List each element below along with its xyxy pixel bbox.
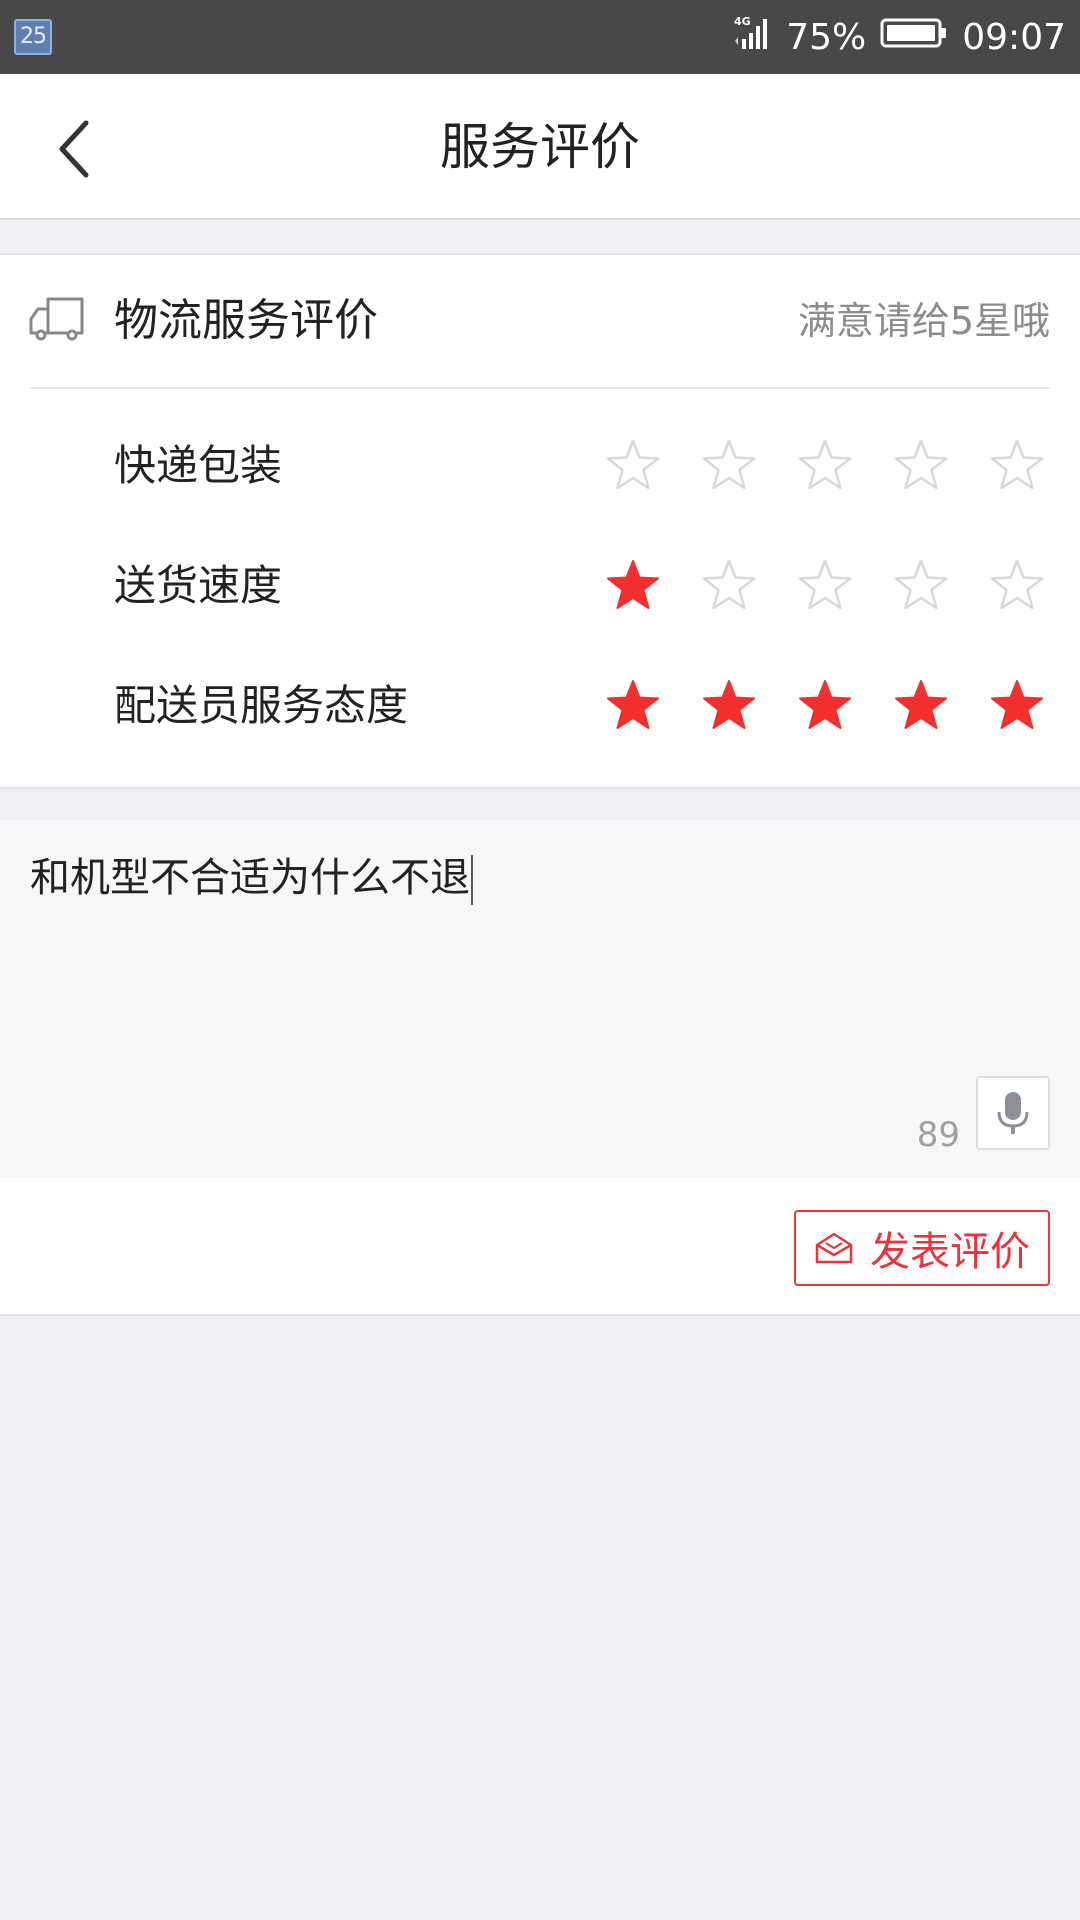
star-filled-icon[interactable] [892, 678, 950, 734]
star-filled-icon[interactable] [604, 558, 662, 614]
star-rating [604, 416, 1046, 516]
page-title: 服务评价 [440, 118, 640, 176]
text-caret [471, 855, 473, 905]
star-empty-icon[interactable] [604, 438, 662, 494]
status-right: 4G 75% 09:07 [732, 0, 1066, 74]
signal-icon: 4G [732, 13, 772, 62]
star-empty-icon[interactable] [892, 438, 950, 494]
star-empty-icon[interactable] [988, 558, 1046, 614]
star-empty-icon[interactable] [796, 558, 854, 614]
truck-icon [29, 297, 84, 341]
rating-label: 配送员服务态度 [114, 681, 409, 730]
section-title: 物流服务评价 [114, 295, 378, 346]
chevron-left-icon [59, 120, 89, 178]
comment-text-line[interactable]: 和机型不合适为什么不退 [30, 850, 473, 906]
star-rating [604, 536, 1046, 636]
star-filled-icon[interactable] [988, 678, 1046, 734]
logistics-rating-card: 物流服务评价 满意请给5星哦 快递包装 送货速度 配送员服务态度 [0, 253, 1080, 789]
remaining-char-count: 89 [916, 1115, 960, 1155]
rating-row-packaging: 快递包装 [0, 416, 1080, 516]
voice-input-button[interactable] [976, 1076, 1050, 1150]
submit-review-button[interactable]: 发表评价 [794, 1210, 1050, 1286]
rating-hint: 满意请给5星哦 [797, 299, 1050, 343]
battery-percent: 75% [786, 16, 867, 58]
back-button[interactable] [44, 114, 104, 184]
clock: 09:07 [962, 16, 1066, 58]
rating-label: 送货速度 [114, 561, 283, 610]
envelope-icon [815, 1232, 853, 1264]
star-filled-icon[interactable] [604, 678, 662, 734]
star-empty-icon[interactable] [988, 438, 1046, 494]
submit-bar: 发表评价 [0, 1178, 1080, 1316]
rating-label: 快递包装 [114, 441, 283, 490]
star-rating [604, 656, 1046, 756]
notification-badge: 25 [14, 19, 52, 55]
card-header: 物流服务评价 满意请给5星哦 [0, 255, 1080, 387]
battery-icon [880, 17, 948, 58]
star-empty-icon[interactable] [700, 558, 758, 614]
comment-input[interactable]: 和机型不合适为什么不退 89 [0, 820, 1080, 1178]
status-bar: 25 4G 75% 09:07 [0, 0, 1080, 74]
star-empty-icon[interactable] [796, 438, 854, 494]
svg-text:4G: 4G [734, 15, 751, 28]
star-empty-icon[interactable] [892, 558, 950, 614]
divider [30, 387, 1050, 389]
app-header: 服务评价 [0, 74, 1080, 220]
star-empty-icon[interactable] [700, 438, 758, 494]
rating-row-courier: 配送员服务态度 [0, 656, 1080, 756]
submit-label: 发表评价 [870, 1229, 1030, 1275]
star-filled-icon[interactable] [796, 678, 854, 734]
rating-row-speed: 送货速度 [0, 536, 1080, 636]
microphone-icon [997, 1092, 1029, 1134]
star-filled-icon[interactable] [700, 678, 758, 734]
comment-text: 和机型不合适为什么不退 [30, 855, 470, 901]
